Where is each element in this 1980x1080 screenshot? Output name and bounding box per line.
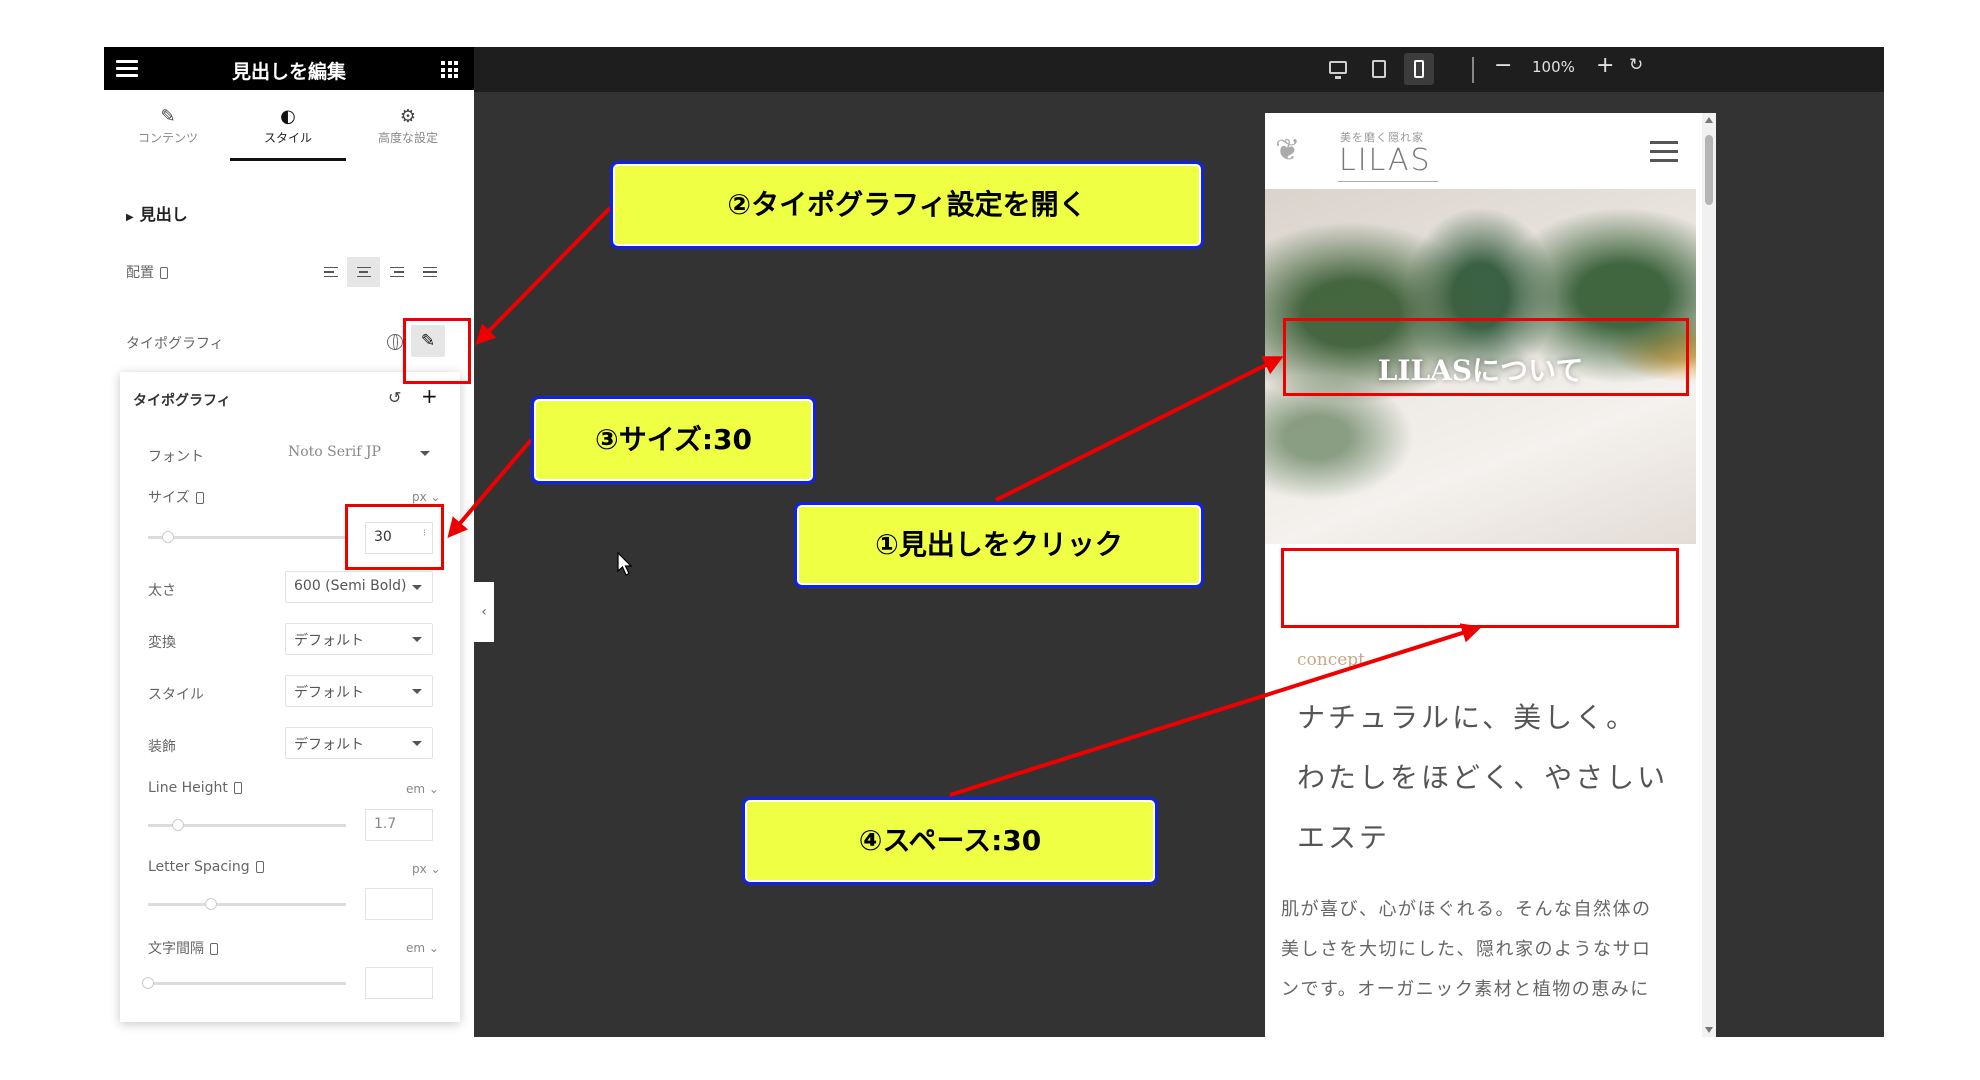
callout-step4: ④スペース:30 [742,797,1158,885]
callout-step2: ②タイポグラフィ設定を開く [610,161,1204,249]
callout-step3: ③サイズ:30 [531,396,816,484]
arrow-step2 [475,206,612,345]
tutorial-screenshot: 見出しを編集 ✎ コンテンツ ◐ スタイル ⚙ 高度な設定 ▶見出し 配置 タ [0,0,1980,1080]
arrow-step4 [949,623,1482,797]
arrow-step1 [995,356,1284,502]
arrow-step3 [447,438,533,539]
callout-step1: ①見出しをクリック [794,502,1204,588]
